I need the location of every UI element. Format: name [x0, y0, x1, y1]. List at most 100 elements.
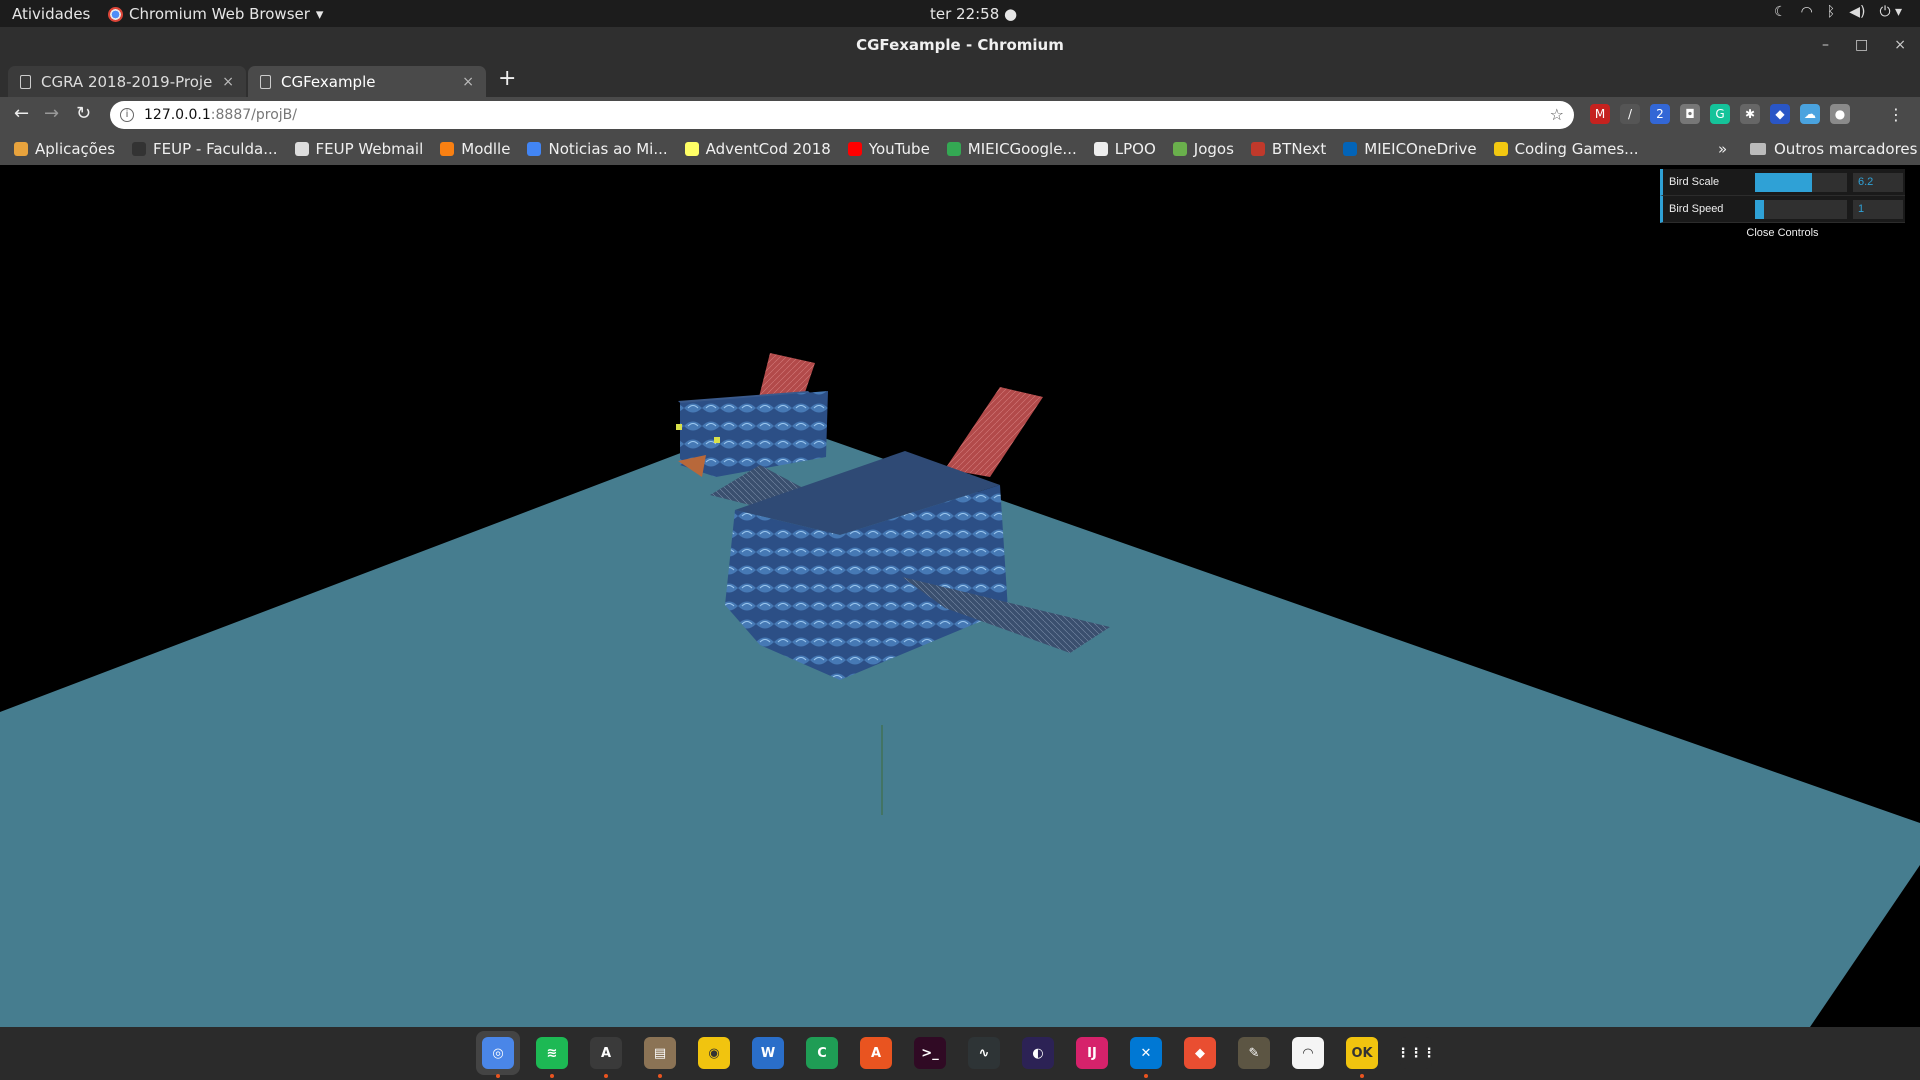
close-tab-icon[interactable]: × — [222, 74, 234, 90]
bird-speed-slider[interactable] — [1755, 199, 1847, 219]
extension-icons: M / 2 ◘ G ✱ ◆ ☁ ● — [1590, 104, 1850, 124]
bookmark-item[interactable]: FEUP Webmail — [294, 140, 424, 158]
intellij-icon: IJ — [1076, 1037, 1108, 1069]
bookmark-item[interactable]: Jogos — [1172, 140, 1234, 158]
page-icon — [260, 74, 271, 89]
maximize-button[interactable]: □ — [1855, 27, 1868, 63]
bookmark-item[interactable]: BTNext — [1250, 140, 1327, 158]
bookmarks-overflow-button[interactable]: » — [1718, 140, 1727, 158]
bookmark-label: MIEICOneDrive — [1364, 140, 1477, 158]
spotify-icon: ≋ — [536, 1037, 568, 1069]
bookmark-item[interactable]: Aplicações — [14, 140, 115, 158]
dock-item[interactable]: ◎ — [476, 1031, 520, 1078]
chromium-app-icon — [108, 6, 123, 22]
dock-item[interactable]: OK — [1340, 1031, 1384, 1078]
ubuntu-dock: ◎ ≋ A ▤ ◉ W C A >_ ∿ ◐ IJ ✕ ◆ ✎ ◠ OK ⋮⋮⋮ — [0, 1027, 1920, 1080]
bookmark-label: BTNext — [1271, 140, 1327, 158]
clock[interactable]: ter 22:58 ● — [930, 5, 1017, 23]
bird-scale-slider[interactable] — [1755, 172, 1847, 192]
blue-ext-icon[interactable]: ◆ — [1770, 104, 1790, 124]
dock-item[interactable]: ◠ — [1286, 1031, 1330, 1075]
bookmark-favicon-icon — [1172, 142, 1187, 156]
dock-item[interactable]: A — [854, 1031, 898, 1075]
close-window-button[interactable]: × — [1894, 27, 1906, 63]
show-apps-icon: ⋮⋮⋮ — [1397, 1037, 1436, 1069]
url-host: 127.0.0.1 — [144, 107, 211, 123]
dock-item[interactable]: ▤ — [638, 1031, 682, 1078]
folder-icon — [1750, 143, 1766, 155]
bookmark-favicon-icon — [440, 142, 455, 156]
tab-cgfexample[interactable]: CGFexample × — [248, 66, 486, 97]
tab-cgra-projeto[interactable]: CGRA 2018-2019-Projeto B × — [8, 66, 246, 97]
url-path: :8887/projB/ — [210, 107, 297, 123]
bookmark-favicon-icon — [946, 142, 961, 156]
dock-item[interactable]: ✎ — [1232, 1031, 1276, 1075]
tool-icon[interactable]: 2 — [1650, 104, 1670, 124]
dock-item[interactable]: ≋ — [530, 1031, 574, 1078]
bookmark-item[interactable]: FEUP - Faculda... — [132, 140, 278, 158]
gear-ext-icon[interactable]: ✱ — [1740, 104, 1760, 124]
close-tab-icon[interactable]: × — [462, 74, 474, 90]
bird-speed-slider-fill — [1755, 199, 1765, 219]
bird-speed-value[interactable]: 1 — [1853, 199, 1903, 219]
tab-strip: CGRA 2018-2019-Projeto B × CGFexample × — [0, 63, 1920, 97]
profile-avatar-icon[interactable]: ● — [1830, 104, 1850, 124]
calc-icon: C — [806, 1037, 838, 1069]
dock-item[interactable]: ◐ — [1016, 1031, 1060, 1075]
pen-icon[interactable]: / — [1620, 104, 1640, 124]
tab-label: CGRA 2018-2019-Projeto B — [41, 72, 213, 91]
app-menu[interactable]: Chromium Web Browser ▾ — [108, 5, 323, 23]
info-icon[interactable]: i — [120, 108, 134, 122]
bluetooth-icon: ᛒ — [1826, 4, 1836, 20]
dock-item[interactable]: ◉ — [692, 1031, 736, 1075]
bookmark-item[interactable]: Modlle — [440, 140, 510, 158]
scene-svg — [0, 353, 1920, 1027]
tab-label: CGFexample — [281, 72, 376, 91]
forward-button[interactable]: → — [44, 103, 59, 124]
grammarly-icon[interactable]: G — [1710, 104, 1730, 124]
rhythmbox-icon: ◉ — [698, 1037, 730, 1069]
bookmark-item[interactable]: Coding Games... — [1493, 140, 1639, 158]
bookmark-favicon-icon — [294, 142, 309, 156]
dock-item[interactable]: ∿ — [962, 1031, 1006, 1075]
bookmark-star-icon[interactable]: ☆ — [1550, 105, 1564, 124]
activities-button[interactable]: Atividades — [12, 5, 90, 23]
address-bar[interactable]: i 127.0.0.1:8887/projB/ ☆ — [110, 101, 1574, 129]
bookmark-item[interactable]: MIEICGoogle... — [946, 140, 1077, 158]
dock-item[interactable]: A — [584, 1031, 628, 1078]
bookmark-label: FEUP Webmail — [315, 140, 424, 158]
browser-toolbar: ← → ↻ i 127.0.0.1:8887/projB/ ☆ M / 2 ◘ G ✱ ◆ ☁… — [0, 97, 1920, 133]
bookmark-item[interactable]: MIEICOneDrive — [1343, 140, 1477, 158]
power-icon: ⏻ ▾ — [1879, 4, 1902, 20]
gmail-icon[interactable]: M — [1590, 104, 1610, 124]
system-tray[interactable]: ☾ ◠ ᛒ ◀) ⏻ ▾ — [1774, 4, 1902, 20]
cloud-ext-icon[interactable]: ☁ — [1800, 104, 1820, 124]
page-icon — [20, 74, 31, 89]
dock-item[interactable]: C — [800, 1031, 844, 1075]
bookmark-label: Jogos — [1193, 140, 1234, 158]
dock-item[interactable]: ⋮⋮⋮ — [1394, 1031, 1438, 1075]
reload-button[interactable]: ↻ — [76, 103, 91, 124]
new-tab-button[interactable]: + — [498, 66, 516, 91]
dock-item[interactable]: ◆ — [1178, 1031, 1222, 1075]
eclipse-icon: ◐ — [1022, 1037, 1054, 1069]
dock-item[interactable]: W — [746, 1031, 790, 1075]
bird-speed-control[interactable]: Bird Speed 1 — [1660, 196, 1905, 223]
webgl-canvas[interactable]: Bird Scale 6.2 Bird Speed 1 Close Contro… — [0, 165, 1920, 1027]
bookmark-item[interactable]: Noticias ao Mi... — [527, 140, 668, 158]
bookmark-item[interactable]: AdventCod 2018 — [684, 140, 831, 158]
browser-menu-icon[interactable]: ⋮ — [1888, 105, 1904, 124]
other-bookmarks-button[interactable]: Outros marcadores — [1750, 140, 1917, 158]
bird-scale-value[interactable]: 6.2 — [1853, 172, 1903, 192]
camera-icon[interactable]: ◘ — [1680, 104, 1700, 124]
minimize-button[interactable]: – — [1822, 27, 1829, 63]
back-button[interactable]: ← — [14, 103, 29, 124]
dock-item[interactable]: >_ — [908, 1031, 952, 1075]
bird-scale-control[interactable]: Bird Scale 6.2 — [1660, 169, 1905, 196]
files-icon: ▤ — [644, 1037, 676, 1069]
close-controls-button[interactable]: Close Controls — [1660, 223, 1905, 243]
dock-item[interactable]: ✕ — [1124, 1031, 1168, 1078]
bookmark-item[interactable]: YouTube — [847, 140, 930, 158]
dock-item[interactable]: IJ — [1070, 1031, 1114, 1075]
bookmark-item[interactable]: LPOO — [1093, 140, 1156, 158]
